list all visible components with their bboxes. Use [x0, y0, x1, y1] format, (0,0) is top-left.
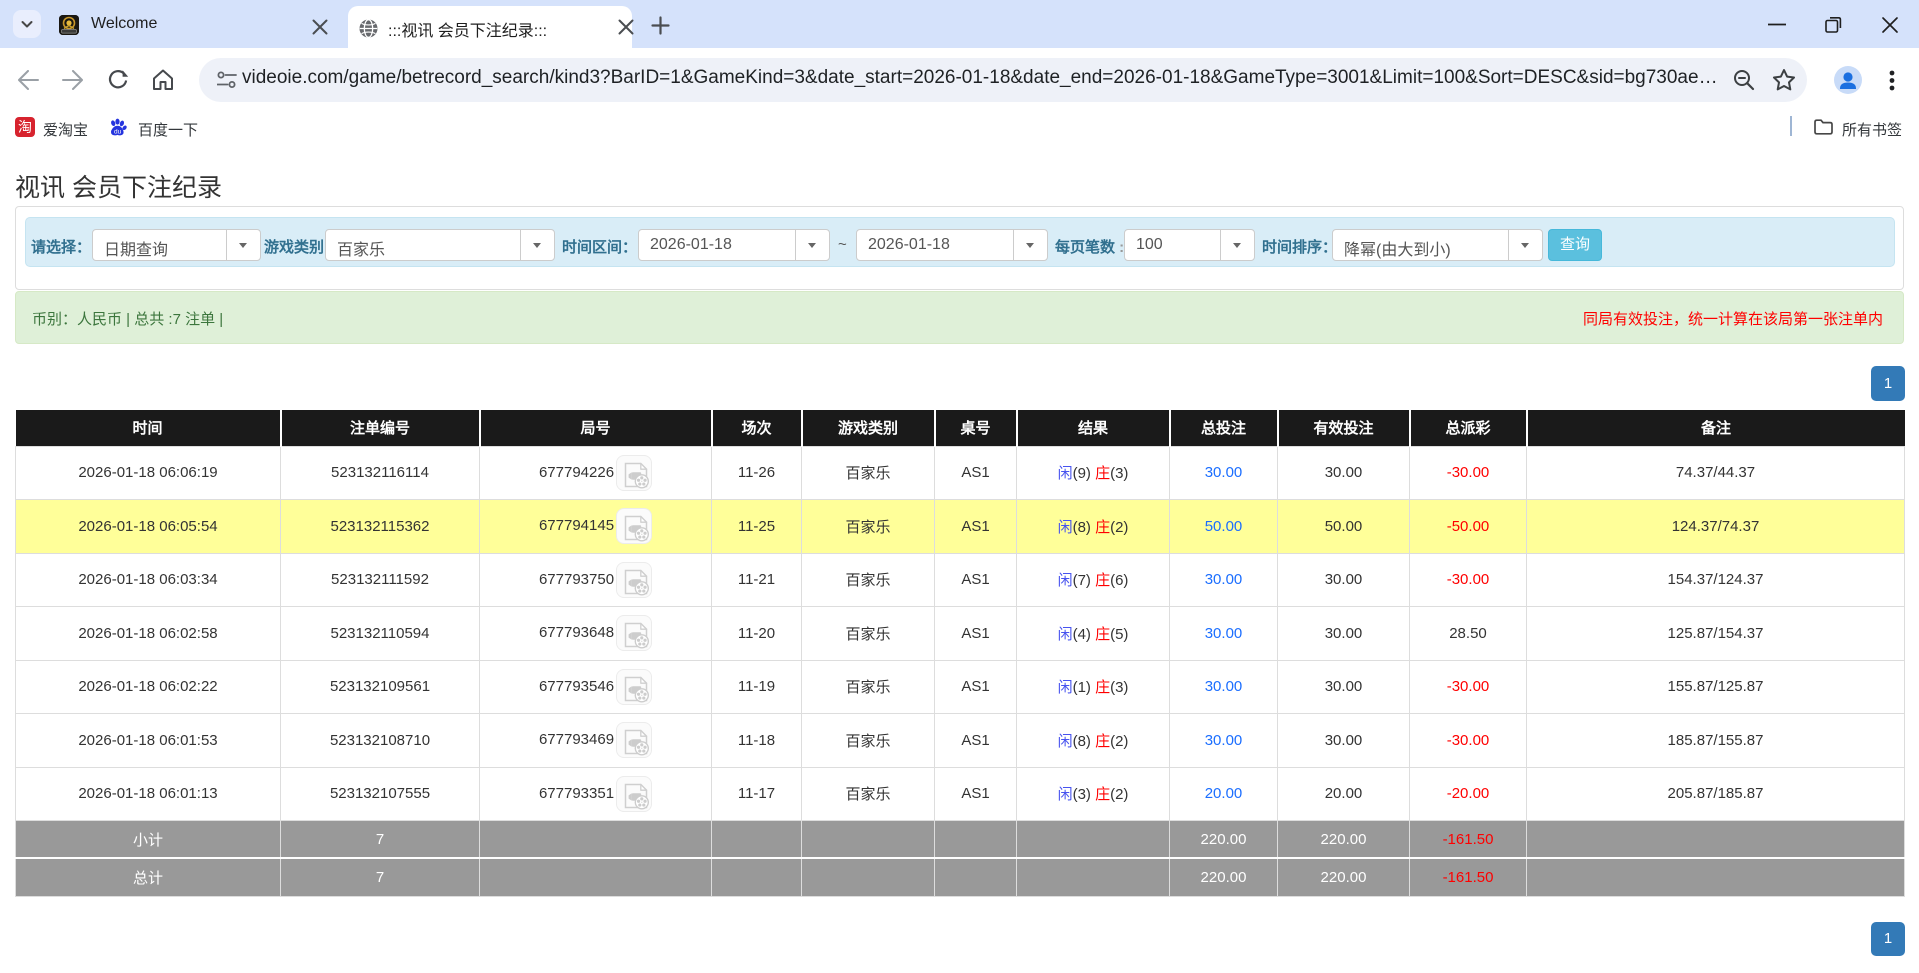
svg-text:du: du [114, 129, 122, 136]
svg-text:淘: 淘 [18, 119, 32, 135]
